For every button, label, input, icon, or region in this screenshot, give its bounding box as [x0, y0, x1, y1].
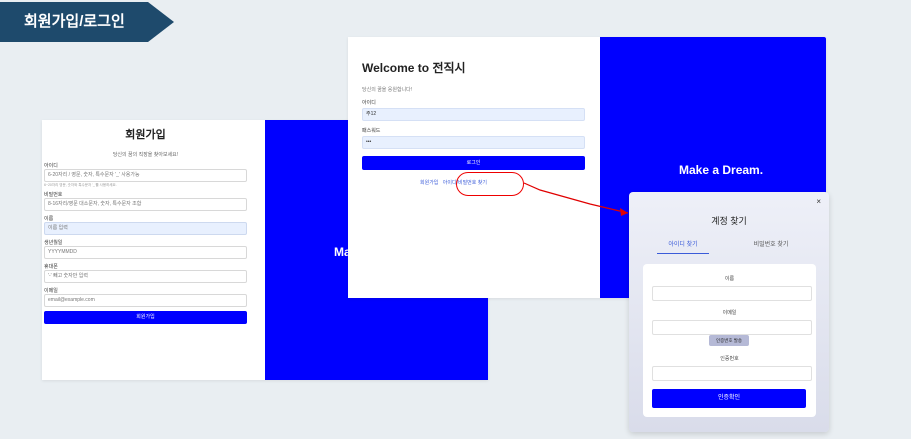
password-label: 비밀번호	[44, 192, 63, 198]
phone-label: 휴대폰	[44, 264, 58, 270]
find-name-input[interactable]	[652, 286, 812, 301]
name-input[interactable]: 이름 입력	[44, 222, 247, 235]
find-name-label: 이름	[724, 276, 735, 282]
signup-title: 회원가입	[125, 129, 166, 141]
login-subtitle: 당신의 꿈을 응원합니다!	[362, 87, 413, 93]
userid-label: 아이디	[44, 163, 58, 169]
birthdate-label: 생년월일	[44, 240, 63, 246]
find-email-input[interactable]	[652, 320, 812, 335]
verify-confirm-button[interactable]: 인증확인	[652, 389, 806, 408]
slide-section-tag: 회원가입/로그인	[0, 2, 174, 42]
send-code-button[interactable]: 인증번호 발송	[709, 335, 749, 346]
modal-title: 계정 찾기	[711, 216, 747, 226]
brand-slogan: Make a Dream.	[679, 163, 764, 177]
signup-subtitle: 당신의 꿈의 직장을 찾아보세요!	[112, 152, 179, 158]
signup-form: 회원가입 당신의 꿈의 직장을 찾아보세요! 아이디 6-20자리 / 영문, …	[44, 120, 247, 324]
login-password-label: 패스워드	[362, 128, 381, 134]
login-title: Welcome to 전직시	[362, 61, 466, 75]
find-email-label: 이메일	[722, 310, 737, 316]
login-id-label: 아이디	[362, 100, 376, 106]
name-label: 이름	[44, 216, 54, 222]
login-id-input[interactable]: 주12	[362, 108, 585, 121]
close-icon[interactable]: ×	[816, 197, 821, 206]
birthdate-input[interactable]: YYYYMMDD	[44, 246, 247, 259]
email-label: 이메일	[44, 288, 58, 294]
verify-code-input[interactable]	[652, 366, 812, 381]
verify-code-label: 인증번호	[720, 356, 739, 362]
phone-input[interactable]: '-' 빼고 숫자만 입력	[44, 270, 247, 283]
signup-submit-button[interactable]: 회원가입	[44, 311, 247, 324]
signup-link[interactable]: 회원가입	[420, 180, 438, 186]
login-form: Welcome to 전직시 당신의 꿈을 응원합니다! 아이디 주12 패스워…	[362, 37, 585, 170]
tab-find-password[interactable]: 비밀번호 찾기	[741, 239, 801, 248]
tab-find-id[interactable]: 아이디 찾기	[657, 239, 709, 254]
login-password-input[interactable]: •••	[362, 136, 585, 149]
userid-help: 6~20자리 영문, 숫자와 특수문자 '_'를 사용하세요.	[44, 183, 117, 187]
find-account-modal: × 계정 찾기 아이디 찾기 비밀번호 찾기 이름 이메일 인증번호 발송 인증…	[629, 192, 829, 432]
find-id-card: 이름 이메일 인증번호 발송 인증번호 인증확인	[643, 264, 816, 417]
email-input[interactable]: email@example.com	[44, 294, 247, 307]
login-button[interactable]: 로그인	[362, 156, 585, 170]
userid-input[interactable]: 6-20자리 / 영문, 숫자, 특수문자 '_' 사용가능	[44, 169, 247, 182]
highlight-circle	[456, 172, 524, 196]
password-input[interactable]: 8-16자리/영문 대소문자, 숫자, 특수문자 조합	[44, 198, 247, 211]
